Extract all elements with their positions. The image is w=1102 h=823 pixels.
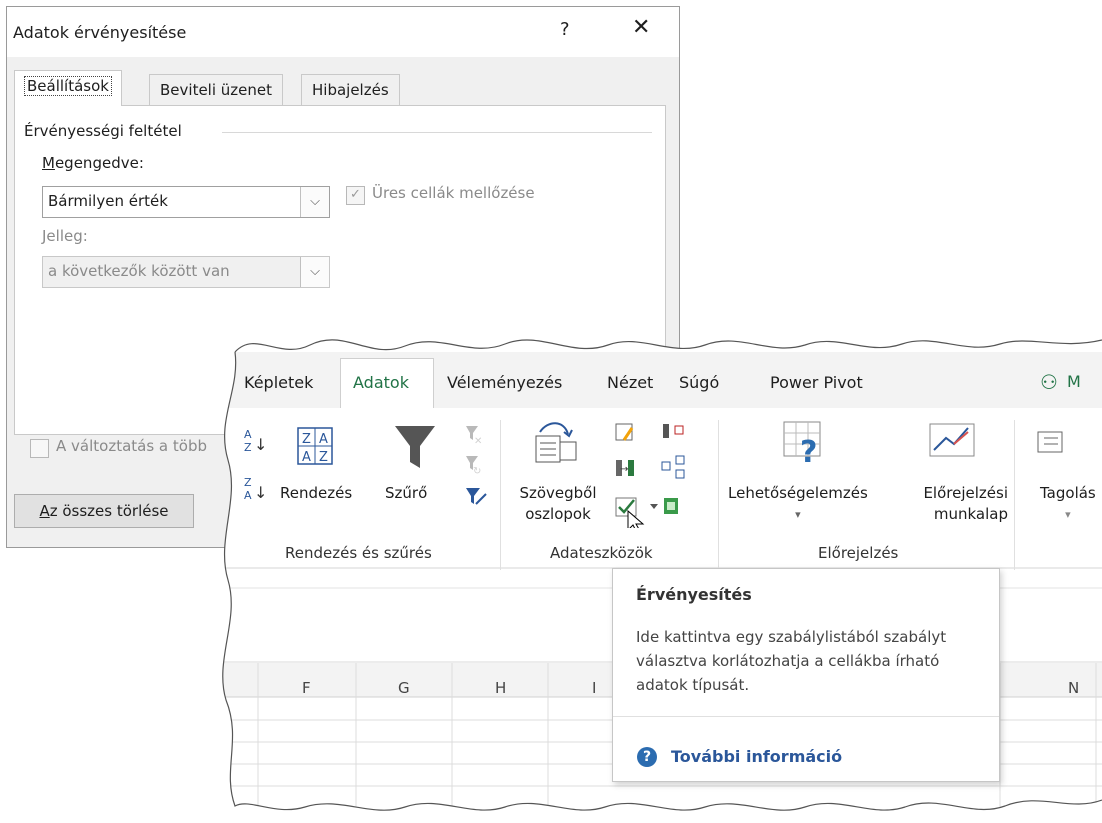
column-header-i[interactable]: I [592, 679, 596, 697]
column-header-n[interactable]: N [1068, 679, 1079, 697]
ribbon-tab-power-pivot[interactable]: Power Pivot [770, 373, 863, 392]
sort-button[interactable]: Rendezés [280, 483, 352, 504]
sort-dialog-icon: ZA AZ [297, 427, 333, 465]
text-to-columns-line1: Szövegből [519, 484, 597, 502]
text-to-columns-button[interactable]: Szövegből oszlopok [512, 483, 604, 525]
data-validation-icon [615, 497, 658, 517]
ribbon-tab-review[interactable]: Véleményezés [447, 373, 562, 392]
svg-text:Z: Z [302, 432, 311, 447]
tooltip-body: Ide kattintva egy szabálylistából szabál… [636, 628, 947, 694]
svg-text:A: A [319, 432, 328, 447]
ribbon-tab-data[interactable]: Adatok [353, 373, 409, 392]
data-model-icon [664, 498, 678, 514]
group-separator [500, 420, 501, 570]
flash-fill-icon [615, 423, 634, 441]
what-if-label: Lehetőségelemzés [728, 484, 868, 502]
group-sort-filter: Rendezés és szűrés [285, 544, 432, 562]
help-circle-icon[interactable]: ? [637, 747, 657, 767]
forecast-line1: Előrejelzési [923, 484, 1008, 502]
outline-button[interactable]: Tagolás ▾ [1040, 483, 1096, 525]
column-header-f[interactable]: F [302, 679, 311, 697]
svg-text:↓: ↓ [254, 435, 267, 454]
sort-filter-icons: AZ ↓ ZA ↓ ZA AZ ✕ ↻ [244, 426, 487, 505]
ribbon-tab-help[interactable]: Súgó [679, 373, 719, 392]
outline-icon [1037, 431, 1063, 453]
svg-text:?: ? [800, 435, 817, 470]
validation-tooltip: Érvényesítés Ide kattintva egy szabályli… [612, 568, 1000, 782]
forecast-sheet-button[interactable]: Előrejelzési munkalap [900, 483, 1008, 525]
ribbon-tab-view[interactable]: Nézet [607, 373, 653, 392]
more-info-link[interactable]: További információ [671, 747, 842, 766]
ribbon-tab-formulas[interactable]: Képletek [244, 373, 313, 392]
tooltip-divider [613, 716, 999, 717]
relationships-icon [661, 455, 685, 479]
share-person-icon[interactable]: ⚇ [1040, 370, 1058, 394]
forecast-sheet-icon [929, 423, 975, 457]
chevron-down-icon: ▾ [795, 508, 801, 521]
svg-text:→: → [620, 464, 628, 475]
tooltip-title: Érvényesítés [636, 585, 752, 604]
svg-text:A: A [244, 428, 252, 441]
svg-text:A: A [302, 450, 311, 465]
svg-text:Z: Z [319, 450, 328, 465]
svg-text:↓: ↓ [254, 483, 267, 502]
svg-text:Z: Z [244, 476, 252, 489]
svg-text:✕: ✕ [474, 436, 482, 447]
chevron-down-icon: ▾ [1065, 508, 1071, 521]
text-to-columns-line2: oszlopok [525, 505, 591, 523]
column-header-h[interactable]: H [495, 679, 506, 697]
svg-text:Z: Z [244, 441, 252, 454]
what-if-analysis-button[interactable]: Lehetőségelemzés ▾ [728, 483, 868, 525]
clear-filter-icon: ✕ [466, 426, 482, 447]
sort-za-icon: ZA ↓ [244, 476, 267, 502]
svg-text:A: A [244, 489, 252, 502]
forecast-line2: munkalap [933, 505, 1008, 523]
share-label[interactable]: M [1067, 372, 1081, 391]
advanced-filter-icon [466, 488, 487, 505]
group-separator [718, 420, 719, 570]
group-data-tools: Adateszközök [550, 544, 653, 562]
svg-text:↻: ↻ [473, 466, 481, 477]
filter-funnel-icon [395, 426, 435, 468]
filter-button[interactable]: Szűrő [385, 483, 427, 504]
group-separator [1014, 420, 1015, 570]
forecast-icons: ? [783, 421, 975, 470]
text-to-columns-icon [535, 422, 577, 463]
outline-label: Tagolás [1040, 484, 1096, 502]
sort-az-icon: AZ ↓ [244, 428, 267, 454]
what-if-analysis-icon: ? [783, 421, 821, 470]
column-header-g[interactable]: G [398, 679, 410, 697]
reapply-filter-icon: ↻ [466, 456, 481, 477]
remove-duplicates-icon: → [616, 460, 634, 476]
group-forecast: Előrejelzés [818, 544, 899, 562]
consolidate-icon [663, 424, 684, 438]
